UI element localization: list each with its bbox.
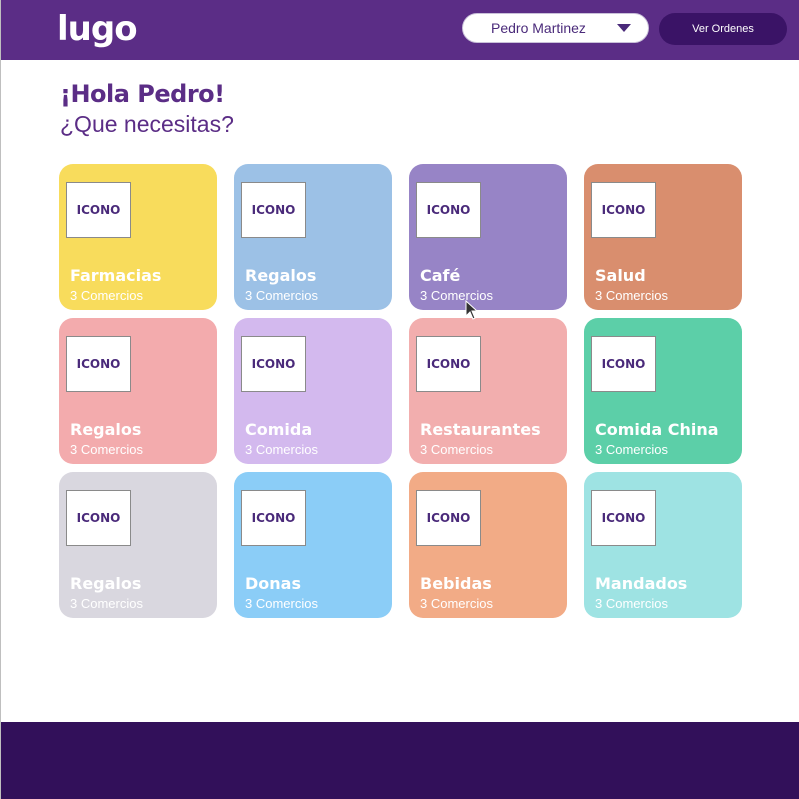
category-card[interactable]: ICONO Café 3 Comercios — [409, 164, 567, 310]
category-icon-placeholder: ICONO — [591, 336, 656, 392]
category-count: 3 Comercios — [70, 442, 143, 457]
category-icon-placeholder: ICONO — [241, 182, 306, 238]
category-count: 3 Comercios — [245, 596, 318, 611]
category-count: 3 Comercios — [70, 596, 143, 611]
category-icon-placeholder: ICONO — [241, 336, 306, 392]
category-count: 3 Comercios — [420, 596, 493, 611]
footer-bar — [1, 722, 799, 799]
category-title: Mandados — [595, 574, 688, 593]
category-count: 3 Comercios — [70, 288, 143, 303]
category-card[interactable]: ICONO Regalos 3 Comercios — [59, 472, 217, 618]
category-card[interactable]: ICONO Comida 3 Comercios — [234, 318, 392, 464]
category-title: Regalos — [70, 574, 142, 593]
app-logo[interactable]: lugo — [57, 9, 138, 49]
category-card[interactable]: ICONO Mandados 3 Comercios — [584, 472, 742, 618]
category-count: 3 Comercios — [245, 442, 318, 457]
category-title: Comida China — [595, 420, 719, 439]
category-count: 3 Comercios — [595, 288, 668, 303]
category-card[interactable]: ICONO Regalos 3 Comercios — [234, 164, 392, 310]
category-icon-placeholder: ICONO — [66, 182, 131, 238]
category-icon-placeholder: ICONO — [66, 336, 131, 392]
category-count: 3 Comercios — [595, 596, 668, 611]
category-title: Regalos — [245, 266, 317, 285]
category-icon-placeholder: ICONO — [241, 490, 306, 546]
category-card[interactable]: ICONO Comida China 3 Comercios — [584, 318, 742, 464]
category-count: 3 Comercios — [595, 442, 668, 457]
user-name: Pedro Martinez — [491, 20, 586, 36]
category-title: Farmacias — [70, 266, 162, 285]
view-orders-button[interactable]: Ver Ordenes — [659, 13, 787, 45]
category-title: Comida — [245, 420, 313, 439]
page-subtitle: ¿Que necesitas? — [60, 111, 234, 137]
category-count: 3 Comercios — [420, 288, 493, 303]
category-card[interactable]: ICONO Donas 3 Comercios — [234, 472, 392, 618]
category-icon-placeholder: ICONO — [591, 490, 656, 546]
page-title: ¡Hola Pedro! — [60, 80, 225, 108]
category-card[interactable]: ICONO Restaurantes 3 Comercios — [409, 318, 567, 464]
category-title: Regalos — [70, 420, 142, 439]
category-title: Bebidas — [420, 574, 492, 593]
category-title: Salud — [595, 266, 646, 285]
chevron-down-icon — [617, 24, 631, 32]
category-icon-placeholder: ICONO — [416, 490, 481, 546]
category-icon-placeholder: ICONO — [66, 490, 131, 546]
category-title: Restaurantes — [420, 420, 541, 439]
category-card[interactable]: ICONO Salud 3 Comercios — [584, 164, 742, 310]
category-icon-placeholder: ICONO — [416, 336, 481, 392]
user-select[interactable]: Pedro Martinez — [462, 13, 649, 43]
category-icon-placeholder: ICONO — [591, 182, 656, 238]
category-count: 3 Comercios — [420, 442, 493, 457]
top-bar: lugo Pedro Martinez Ver Ordenes — [1, 0, 799, 60]
category-title: Café — [420, 266, 461, 285]
category-grid: ICONO Farmacias 3 Comercios ICONO Regalo… — [59, 164, 742, 618]
category-card[interactable]: ICONO Regalos 3 Comercios — [59, 318, 217, 464]
mouse-pointer-icon — [465, 300, 479, 320]
category-icon-placeholder: ICONO — [416, 182, 481, 238]
category-title: Donas — [245, 574, 301, 593]
category-card[interactable]: ICONO Bebidas 3 Comercios — [409, 472, 567, 618]
category-count: 3 Comercios — [245, 288, 318, 303]
category-card[interactable]: ICONO Farmacias 3 Comercios — [59, 164, 217, 310]
